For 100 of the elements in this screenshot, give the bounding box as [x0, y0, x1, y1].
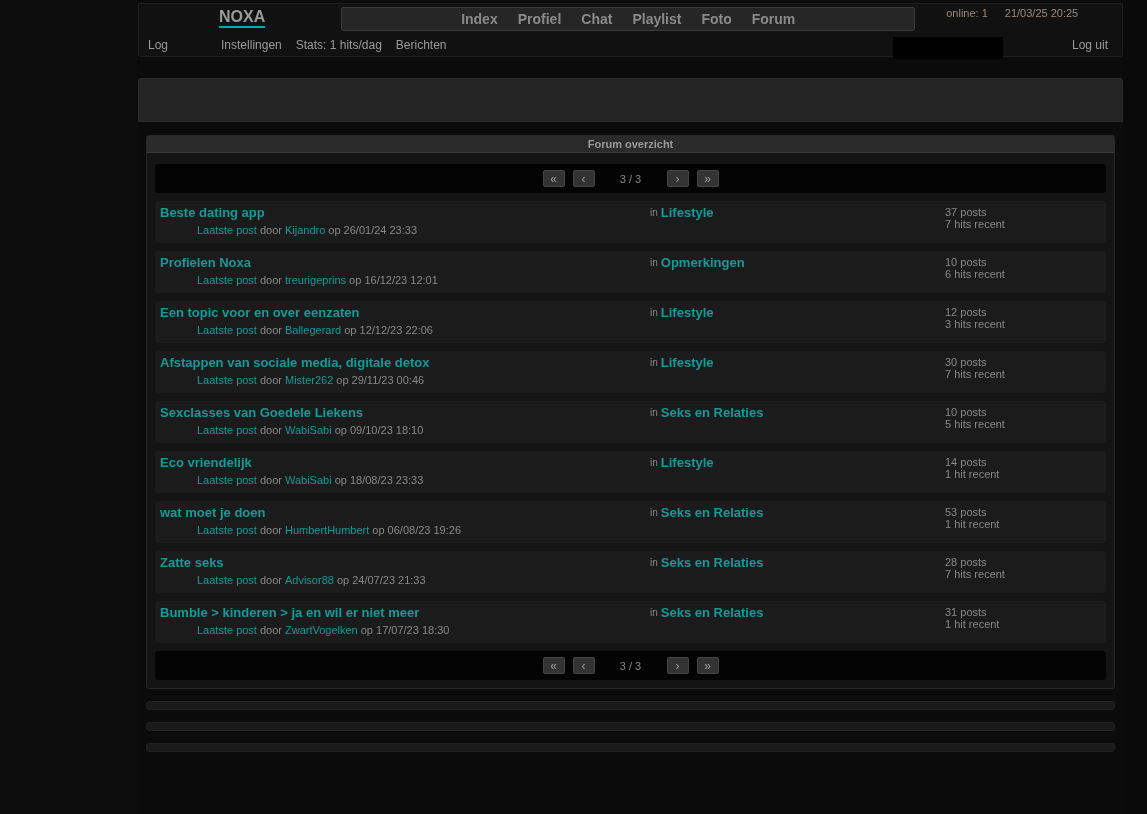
category-link[interactable]: Lifestyle [660, 205, 714, 221]
category-link[interactable]: Lifestyle [660, 305, 714, 321]
hit-count: 5 hits recent [945, 418, 1005, 430]
nav-link[interactable]: Playlist [632, 11, 682, 27]
last-post-link[interactable]: Laatste post [197, 224, 257, 236]
post-count: 28 posts [945, 556, 988, 568]
last-post-link[interactable]: Laatste post [197, 624, 257, 636]
last-page-button[interactable]: » [696, 657, 719, 674]
post-count: 53 posts [945, 506, 988, 518]
page-indicator: 3 / 3 [618, 659, 643, 672]
author-link[interactable]: ZwartVogelken [284, 624, 358, 636]
sub-nav-link[interactable]: Instellingen [221, 38, 282, 52]
hit-count: 7 hits recent [945, 368, 1005, 380]
author-link[interactable]: Ballegerard [284, 324, 342, 336]
last-post-link[interactable]: Laatste post [197, 474, 257, 486]
topic-title[interactable]: Zatte seks [160, 555, 650, 571]
topic-title[interactable]: Eco vriendelijk [160, 455, 650, 471]
category-link[interactable]: Seks en Relaties [660, 555, 764, 571]
hit-count: 1 hit recent [945, 468, 1000, 480]
nav-link[interactable]: Forum [751, 11, 796, 27]
hit-count: 7 hits recent [945, 568, 1005, 580]
logout-link[interactable]: Log uit [1071, 38, 1108, 52]
in-label: in [650, 207, 658, 218]
post-count: 31 posts [945, 606, 988, 618]
by-label: door [259, 524, 282, 536]
topic-title[interactable]: wat moet je doen [160, 505, 650, 521]
last-post-link[interactable]: Laatste post [197, 374, 257, 386]
first-page-button[interactable]: « [542, 170, 565, 187]
category-link[interactable]: Seks en Relaties [660, 605, 764, 621]
in-label: in [650, 457, 658, 468]
author-link[interactable]: WabiSabi [284, 424, 332, 436]
topic-title[interactable]: Bumble > kinderen > ja en wil er niet meer [160, 605, 650, 621]
post-count: 10 posts [945, 406, 988, 418]
hit-count: 1 hit recent [945, 618, 1000, 630]
category-link[interactable]: Seks en Relaties [660, 505, 764, 521]
nav-link[interactable]: Profiel [517, 11, 562, 27]
author-link[interactable]: Kijandro [284, 224, 326, 236]
author-link[interactable]: Advisor88 [284, 574, 334, 586]
post-date: op 17/07/23 18:30 [360, 624, 450, 636]
topic-title[interactable]: Profielen Noxa [160, 255, 650, 271]
sub-nav-link[interactable]: Stats: 1 hits/dag [295, 38, 382, 52]
by-label: door [259, 374, 282, 386]
hit-count: 3 hits recent [945, 318, 1005, 330]
last-post-link[interactable]: Laatste post [197, 324, 257, 336]
sub-nav-link[interactable]: Berichten [395, 38, 447, 52]
next-page-button[interactable]: › [666, 170, 689, 187]
post-count: 12 posts [945, 306, 988, 318]
in-label: in [650, 557, 658, 568]
post-count: 10 posts [945, 256, 988, 268]
category-link[interactable]: Opmerkingen [660, 255, 745, 271]
nav-link[interactable]: Index [461, 11, 498, 27]
by-label: door [259, 274, 282, 286]
prev-page-button[interactable]: ‹ [572, 657, 595, 674]
hit-count: 1 hit recent [945, 518, 1000, 530]
by-label: door [259, 224, 282, 236]
in-label: in [650, 257, 658, 268]
hit-count: 7 hits recent [945, 218, 1005, 230]
in-label: in [650, 357, 658, 368]
by-label: door [259, 474, 282, 486]
next-page-button[interactable]: › [666, 657, 689, 674]
post-date: op 18/08/23 23:33 [334, 474, 424, 486]
first-page-button[interactable]: « [542, 657, 565, 674]
category-link[interactable]: Lifestyle [660, 355, 714, 371]
last-post-link[interactable]: Laatste post [197, 274, 257, 286]
panel-title: Forum overzicht [147, 136, 1114, 153]
category-link[interactable]: Lifestyle [660, 455, 714, 471]
last-post-link[interactable]: Laatste post [197, 574, 257, 586]
post-date: op 26/01/24 23:33 [328, 224, 418, 236]
last-post-link[interactable]: Laatste post [197, 424, 257, 436]
in-label: in [650, 407, 658, 418]
author-link[interactable]: Mister262 [284, 374, 334, 386]
nav-link[interactable]: Foto [701, 11, 732, 27]
nav-link[interactable]: Chat [581, 11, 613, 27]
post-date: op 06/08/23 19:26 [372, 524, 462, 536]
author-link[interactable]: treurigeprins [284, 274, 347, 286]
by-label: door [259, 574, 282, 586]
post-count: 14 posts [945, 456, 988, 468]
post-date: op 09/10/23 18:10 [334, 424, 424, 436]
log-link[interactable]: Log [148, 38, 169, 52]
by-label: door [259, 324, 282, 336]
post-date: op 12/12/23 22:06 [344, 324, 433, 336]
in-label: in [650, 607, 658, 618]
prev-page-button[interactable]: ‹ [572, 170, 595, 187]
site-logo[interactable]: NOXA [219, 8, 266, 28]
hit-count: 6 hits recent [945, 268, 1005, 280]
category-link[interactable]: Seks en Relaties [660, 405, 764, 421]
last-page-button[interactable]: » [696, 170, 719, 187]
by-label: door [259, 424, 282, 436]
topic-title[interactable]: Afstappen van sociale media, digitale detox [160, 355, 650, 371]
author-link[interactable]: HumbertHumbert [284, 524, 370, 536]
in-label: in [650, 307, 658, 318]
last-post-link[interactable]: Laatste post [197, 524, 257, 536]
topic-title[interactable]: Beste dating app [160, 205, 650, 221]
online-count: online: 1 [946, 7, 988, 19]
author-link[interactable]: WabiSabi [284, 474, 332, 486]
date-time: 21/03/25 20:25 [1004, 7, 1079, 19]
topic-title[interactable]: Sexclasses van Goedele Liekens [160, 405, 650, 421]
topic-title[interactable]: Een topic voor en over eenzaten [160, 305, 650, 321]
in-label: in [650, 507, 658, 518]
page-indicator: 3 / 3 [618, 172, 643, 185]
